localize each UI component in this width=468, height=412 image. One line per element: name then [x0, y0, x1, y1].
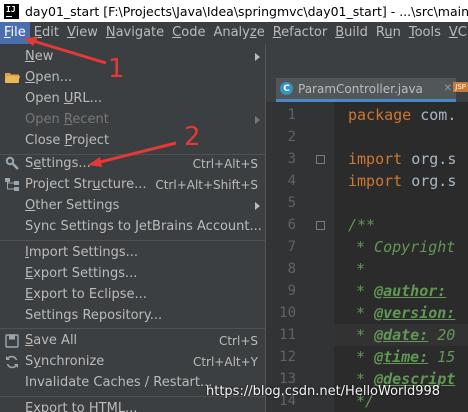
line-number-gutter: 1 2 3 4 5 6 7 8 9 10 11 12 13 14	[266, 102, 334, 412]
line-number: 8	[287, 261, 296, 277]
line-number: 9	[287, 283, 296, 299]
menu-item-label: Open Recent	[25, 112, 109, 127]
submenu-arrow-icon	[255, 52, 260, 61]
line-number: 2	[287, 129, 296, 145]
line-number: 4	[287, 173, 296, 189]
code-line: *	[356, 260, 366, 278]
close-icon[interactable]: ✕	[444, 83, 452, 94]
submenu-arrow-icon	[255, 201, 260, 210]
line-number: 11	[279, 327, 296, 343]
sync-icon	[4, 354, 20, 370]
menu-refactor[interactable]: Refactor	[269, 22, 332, 44]
menu-navigate[interactable]: Navigate	[102, 22, 168, 44]
menu-item-open[interactable]: Open...	[0, 67, 265, 88]
code-line: /**	[348, 216, 376, 234]
menu-tools[interactable]: Tools	[405, 22, 445, 44]
annotation-label-1: 1	[108, 54, 125, 84]
fold-marker-icon[interactable]	[316, 221, 325, 230]
menu-item-label: Project Structure...	[25, 177, 147, 192]
code-line: * @author:	[356, 282, 447, 300]
menu-bar: File Edit View Navigate Code Analyze Ref…	[0, 22, 468, 44]
menu-item-label: Open URL...	[25, 91, 103, 106]
project-structure-icon	[4, 177, 20, 193]
jsp-tab-icon[interactable]: JSP	[453, 82, 468, 92]
line-number: 5	[287, 195, 296, 211]
line-number: 1	[287, 107, 296, 123]
menu-item-new[interactable]: New	[0, 46, 265, 67]
menu-file[interactable]: File	[0, 22, 30, 44]
wrench-gear-icon	[4, 156, 20, 172]
menu-item-shortcut: Ctrl+Alt+Y	[192, 354, 258, 369]
menu-item-export-eclipse[interactable]: Export to Eclipse...	[0, 284, 265, 305]
menu-item-label: Export to Eclipse...	[25, 287, 147, 302]
tab-label: ParamController.java	[298, 81, 423, 96]
menu-item-settings[interactable]: Settings... Ctrl+Alt+S	[0, 153, 265, 174]
menu-item-project-structure[interactable]: Project Structure... Ctrl+Alt+Shift+S	[0, 174, 265, 195]
menu-item-label: Sync Settings to JetBrains Account...	[25, 219, 262, 234]
menu-item-label: Close Project	[25, 133, 110, 148]
menu-item-open-recent[interactable]: Open Recent	[0, 109, 265, 130]
menu-item-synchronize[interactable]: Synchronize Ctrl+Alt+Y	[0, 351, 265, 372]
menu-item-save-all[interactable]: Save All Ctrl+S	[0, 330, 265, 351]
menu-analyze[interactable]: Analyze	[209, 22, 268, 44]
menu-item-close-project[interactable]: Close Project	[0, 130, 265, 151]
menu-item-export-settings[interactable]: Export Settings...	[0, 263, 265, 284]
menu-item-settings-repository[interactable]: Settings Repository...	[0, 305, 265, 326]
line-number: 3	[287, 151, 296, 167]
menu-build[interactable]: Build	[331, 22, 372, 44]
intellij-app-icon: IJ	[4, 3, 19, 19]
menu-edit[interactable]: Edit	[30, 22, 63, 44]
menu-item-label: Synchronize	[25, 354, 105, 369]
save-icon	[4, 333, 20, 349]
editor-tab-bar: C ParamController.java ✕ JSP	[266, 44, 468, 102]
menu-run[interactable]: Run	[372, 22, 405, 44]
menu-separator	[0, 328, 265, 329]
editor-area: C ParamController.java ✕ JSP 1 2 3 4 5 6…	[266, 44, 468, 412]
menu-item-label: Settings...	[25, 156, 91, 171]
menu-vcs[interactable]: VC	[445, 22, 468, 44]
menu-item-export-html[interactable]: Export to HTML...	[0, 398, 265, 412]
file-menu-dropdown: New Open... Open URL... Open Recent Clos…	[0, 44, 266, 412]
window-title: day01_start [F:\Projects\Java\Idea\sprin…	[25, 3, 468, 19]
menu-item-open-url[interactable]: Open URL...	[0, 88, 265, 109]
menu-item-other-settings[interactable]: Other Settings	[0, 195, 265, 216]
menu-item-label: New	[25, 49, 54, 64]
menu-item-label: Import Settings...	[25, 245, 139, 260]
code-line: import org.s	[348, 172, 457, 190]
folder-icon	[4, 70, 20, 86]
fold-marker-icon[interactable]	[316, 155, 325, 164]
line-number: 12	[279, 349, 296, 365]
menu-code[interactable]: Code	[168, 22, 209, 44]
menu-separator	[0, 240, 265, 241]
menu-item-import-settings[interactable]: Import Settings...	[0, 242, 265, 263]
code-line: * Copyright	[356, 238, 456, 256]
menu-view[interactable]: View	[63, 22, 102, 44]
tab-param-controller[interactable]: C ParamController.java ✕	[276, 78, 456, 102]
menu-item-shortcut: Ctrl+Alt+Shift+S	[155, 177, 258, 192]
line-number: 10	[279, 305, 296, 321]
code-editor[interactable]: package com. import org.s import org.s /…	[334, 102, 468, 412]
menu-item-label: Settings Repository...	[25, 308, 163, 323]
menu-item-shortcut: Ctrl+S	[218, 333, 258, 348]
menu-item-label: Export Settings...	[25, 266, 138, 281]
menu-item-label: Save All	[25, 333, 78, 348]
menu-item-label: Export to HTML...	[25, 401, 138, 412]
menu-item-label: Open...	[25, 70, 73, 85]
menu-item-sync-settings[interactable]: Sync Settings to JetBrains Account...	[0, 216, 265, 237]
watermark-text: https://blog.csdn.net/HelloWorld998	[206, 384, 441, 399]
code-line: * @time: 15	[356, 348, 456, 366]
code-line: * @version:	[356, 304, 456, 322]
code-line: package com.	[348, 106, 457, 124]
menu-item-label: Invalidate Caches / Restart...	[25, 375, 213, 390]
code-line: * @date: 20	[356, 326, 456, 344]
menu-item-shortcut: Ctrl+Alt+S	[192, 156, 258, 171]
annotation-label-2: 2	[184, 122, 201, 152]
java-class-icon: C	[280, 82, 293, 95]
title-bar: IJ day01_start [F:\Projects\Java\Idea\sp…	[0, 0, 468, 22]
menu-item-label: Other Settings	[25, 198, 120, 213]
line-number: 6	[287, 217, 296, 233]
line-number: 7	[287, 239, 296, 255]
code-line: import org.s	[348, 150, 457, 168]
submenu-arrow-icon	[255, 115, 260, 124]
